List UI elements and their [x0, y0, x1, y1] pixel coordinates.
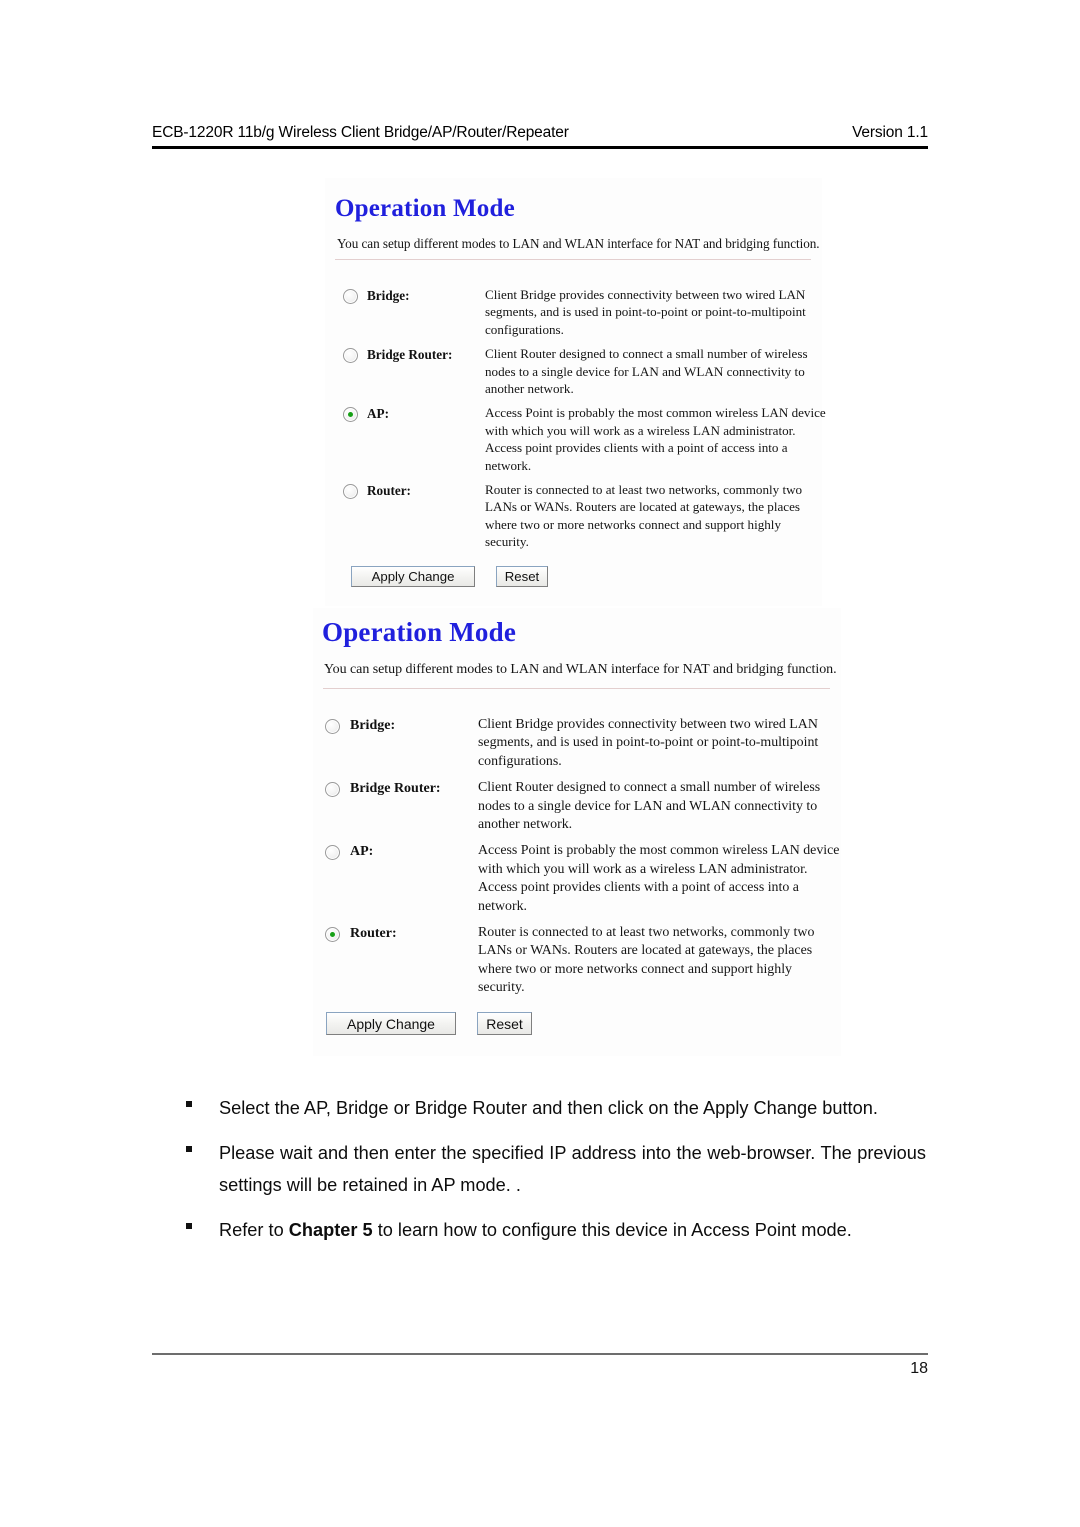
square-bullet-icon	[186, 1223, 192, 1229]
header-product-title: ECB-1220R 11b/g Wireless Client Bridge/A…	[152, 124, 569, 141]
desc-line: with which you will work as a wireless L…	[478, 861, 808, 877]
desc-line: Client Router designed to connect a smal…	[478, 780, 821, 796]
option-row-ap[interactable]: AP: Access Point is probably the most co…	[313, 842, 841, 916]
radio-bridge-icon[interactable]	[343, 289, 358, 304]
radio-ap-icon[interactable]	[343, 407, 358, 423]
desc-line: where two or more networks connect and s…	[478, 961, 793, 977]
desc-line: security.	[478, 980, 525, 996]
list-item: Refer to Chapter 5 to learn how to confi…	[186, 1214, 926, 1246]
desc-line: network.	[485, 457, 532, 473]
desc-line: network.	[478, 898, 527, 914]
operation-mode-screenshot-2: Operation Mode You can setup different m…	[313, 608, 841, 1056]
radio-bridge-router-icon[interactable]	[325, 782, 340, 798]
desc-line: segments, and is used in point-to-point …	[478, 735, 819, 751]
desc-line: Router is connected to at least two netw…	[478, 925, 815, 941]
header-version: Version 1.1	[852, 124, 928, 141]
radio-bridge-router-icon[interactable]	[343, 348, 358, 364]
option-label-bridge-router: Bridge Router:	[367, 347, 453, 363]
bullet-text: Select the AP, Bridge or Bridge Router a…	[219, 1098, 878, 1118]
list-item: Please wait and then enter the specified…	[186, 1137, 926, 1201]
option-row-bridge-router[interactable]: Bridge Router: Client Router designed to…	[325, 345, 822, 397]
desc-line: another network.	[485, 381, 574, 397]
option-label-router: Router:	[367, 483, 411, 499]
desc-line: segments, and is used in point-to-point …	[485, 304, 806, 320]
option-desc-bridge: Client Bridge provides connectivity betw…	[485, 286, 822, 338]
desc-line: security.	[485, 534, 529, 550]
desc-line: nodes to a single device for LAN and WLA…	[485, 363, 805, 379]
option-row-bridge-router[interactable]: Bridge Router: Client Router designed to…	[313, 779, 841, 834]
apply-change-button[interactable]: Apply Change	[351, 566, 475, 587]
panel-button-row: Apply Change Reset	[351, 566, 548, 587]
desc-line: with which you will work as a wireless L…	[485, 422, 796, 438]
option-desc-ap: Access Point is probably the most common…	[478, 842, 840, 916]
document-header: ECB-1220R 11b/g Wireless Client Bridge/A…	[152, 124, 928, 142]
option-desc-bridge: Client Bridge provides connectivity betw…	[478, 716, 840, 771]
page-number: 18	[910, 1360, 928, 1377]
bullet-text: Please wait and then enter the specified…	[219, 1143, 926, 1195]
apply-change-button[interactable]: Apply Change	[326, 1012, 456, 1035]
list-item: Select the AP, Bridge or Bridge Router a…	[186, 1092, 926, 1124]
desc-line: Client Bridge provides connectivity betw…	[485, 287, 806, 302]
desc-line: nodes to a single device for LAN and WLA…	[478, 798, 818, 814]
desc-line: Client Router designed to connect a smal…	[485, 346, 808, 362]
option-desc-router: Router is connected to at least two netw…	[478, 924, 840, 998]
option-row-bridge[interactable]: Bridge: Client Bridge provides connectiv…	[313, 716, 841, 771]
operation-mode-option-list: Bridge: Client Bridge provides connectiv…	[325, 178, 826, 558]
desc-line: configurations.	[485, 321, 564, 337]
desc-line: Access point provides clients with a poi…	[478, 880, 799, 896]
reset-button[interactable]: Reset	[496, 566, 548, 587]
radio-router-icon[interactable]	[343, 484, 358, 500]
operation-mode-option-list: Bridge: Client Bridge provides connectiv…	[313, 608, 841, 1006]
desc-line: LANs or WANs. Routers are located at gat…	[478, 943, 813, 959]
option-desc-bridge-router: Client Router designed to connect a smal…	[485, 345, 822, 397]
square-bullet-icon	[186, 1146, 192, 1152]
footer-divider-rule	[152, 1353, 928, 1355]
desc-line: Access Point is probably the most common…	[478, 843, 840, 859]
bullet-chapter-reference: Chapter 5	[288, 1220, 373, 1240]
desc-line: Access point provides clients with a poi…	[485, 440, 788, 456]
instruction-bullet-list: Select the AP, Bridge or Bridge Router a…	[186, 1092, 926, 1259]
radio-bridge-icon[interactable]	[325, 719, 340, 734]
header-divider-rule	[152, 146, 928, 149]
radio-router-icon[interactable]	[325, 927, 340, 943]
option-desc-router: Router is connected to at least two netw…	[485, 481, 822, 551]
square-bullet-icon	[186, 1101, 192, 1107]
option-row-router[interactable]: Router: Router is connected to at least …	[325, 481, 822, 551]
reset-button[interactable]: Reset	[477, 1012, 532, 1035]
option-row-ap[interactable]: AP: Access Point is probably the most co…	[325, 404, 826, 474]
desc-line: another network.	[478, 817, 573, 833]
document-page: ECB-1220R 11b/g Wireless Client Bridge/A…	[0, 0, 1080, 1527]
option-label-ap: AP:	[367, 406, 389, 422]
bullet-text-after: to learn how to configure this device in…	[372, 1220, 852, 1240]
option-label-bridge: Bridge:	[367, 288, 410, 303]
option-row-router[interactable]: Router: Router is connected to at least …	[313, 924, 841, 998]
desc-line: Router is connected to at least two netw…	[485, 482, 803, 498]
option-row-bridge[interactable]: Bridge: Client Bridge provides connectiv…	[325, 286, 822, 338]
bullet-text: Refer to Chapter 5 to learn how to confi…	[219, 1214, 926, 1246]
option-label-bridge-router: Bridge Router:	[350, 781, 441, 797]
option-label-router: Router:	[350, 926, 397, 942]
option-desc-ap: Access Point is probably the most common…	[485, 404, 826, 474]
desc-line: Access Point is probably the most common…	[485, 405, 826, 421]
desc-line: LANs or WANs. Routers are located at gat…	[485, 499, 800, 515]
panel-button-row: Apply Change Reset	[326, 1012, 532, 1035]
desc-line: Client Bridge provides connectivity betw…	[478, 717, 818, 732]
option-desc-bridge-router: Client Router designed to connect a smal…	[478, 779, 840, 834]
option-label-bridge: Bridge:	[350, 718, 396, 733]
operation-mode-screenshot-1: Operation Mode You can setup different m…	[325, 178, 826, 606]
bullet-text-before: Refer to	[219, 1220, 289, 1240]
desc-line: where two or more networks connect and s…	[485, 516, 781, 532]
desc-line: configurations.	[478, 753, 562, 769]
radio-ap-icon[interactable]	[325, 845, 340, 861]
option-label-ap: AP:	[350, 844, 374, 860]
